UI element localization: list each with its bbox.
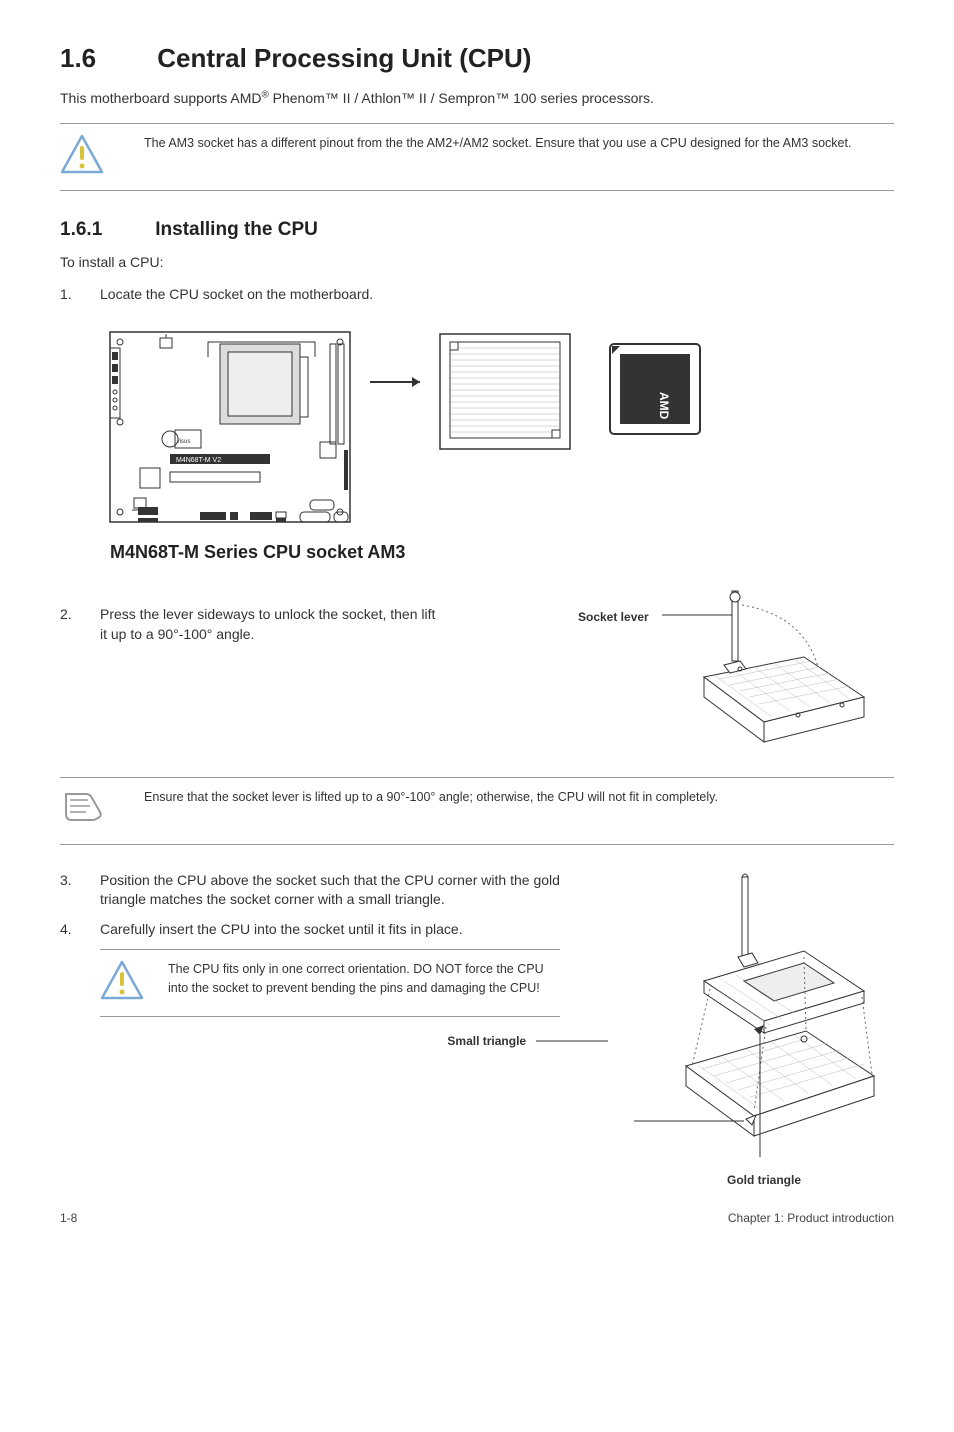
socket-lever-figure: Socket lever — [554, 587, 894, 763]
section-title: Central Processing Unit (CPU) — [157, 43, 531, 73]
svg-text:AMD: AMD — [657, 392, 671, 420]
page-number: 1-8 — [60, 1210, 77, 1227]
step2-row: 2. Press the lever sideways to unlock th… — [60, 587, 894, 763]
caution-icon — [100, 960, 144, 1006]
figure-caption: M4N68T-M Series CPU socket AM3 — [110, 540, 894, 565]
subsection-heading: 1.6.1 Installing the CPU — [60, 217, 894, 244]
cpu-install-figure: Gold triangle — [634, 871, 894, 1190]
socket-lever-label: Socket lever — [578, 609, 649, 626]
warning-text: The AM3 socket has a different pinout fr… — [144, 134, 851, 153]
steps-list: 1. Locate the CPU socket on the motherbo… — [60, 285, 894, 305]
subsection-title: Installing the CPU — [155, 219, 318, 240]
step-num: 2. — [60, 605, 100, 644]
step-1: 1. Locate the CPU socket on the motherbo… — [60, 285, 894, 305]
small-triangle-label: Small triangle — [447, 1034, 526, 1048]
note-callout: Ensure that the socket lever is lifted u… — [60, 777, 894, 845]
svg-text:M4N68T-M V2: M4N68T-M V2 — [176, 457, 221, 464]
step-num: 4. — [60, 920, 100, 940]
step-3: 3. Position the CPU above the socket suc… — [60, 871, 620, 910]
svg-text:/isus: /isus — [178, 439, 190, 445]
warning-callout-2: The CPU fits only in one correct orienta… — [100, 949, 560, 1017]
subsection-number: 1.6.1 — [60, 217, 150, 244]
section-number: 1.6 — [60, 40, 150, 76]
note-icon — [60, 788, 104, 834]
intro-reg: ® — [262, 90, 269, 101]
intro-post: Phenom™ II / Athlon™ II / Sempron™ 100 s… — [269, 90, 654, 106]
intro-pre: This motherboard supports AMD — [60, 90, 262, 106]
bottom-row: 3. Position the CPU above the socket suc… — [60, 871, 894, 1190]
step-4: 4. Carefully insert the CPU into the soc… — [60, 920, 620, 940]
steps-list-bottom: 3. Position the CPU above the socket suc… — [60, 871, 620, 940]
section-intro: This motherboard supports AMD® Phenom™ I… — [60, 88, 894, 109]
section-heading: 1.6 Central Processing Unit (CPU) — [60, 40, 894, 76]
subsection-lead: To install a CPU: — [60, 252, 894, 273]
warning-callout: The AM3 socket has a different pinout fr… — [60, 123, 894, 191]
step-text: Position the CPU above the socket such t… — [100, 871, 560, 910]
caution-icon — [60, 134, 104, 180]
step-text: Carefully insert the CPU into the socket… — [100, 920, 463, 940]
chapter-label: Chapter 1: Product introduction — [728, 1210, 894, 1227]
note-text: Ensure that the socket lever is lifted u… — [144, 788, 718, 807]
motherboard-diagram: /isus M4N68T-M V2 — [100, 322, 720, 532]
step-text: Locate the CPU socket on the motherboard… — [100, 285, 373, 305]
step-num: 3. — [60, 871, 100, 910]
warning-text-2: The CPU fits only in one correct orienta… — [168, 960, 560, 998]
step-text: Press the lever sideways to unlock the s… — [100, 605, 440, 644]
figure-motherboard: /isus M4N68T-M V2 — [100, 322, 894, 532]
gold-triangle-label: Gold triangle — [727, 1173, 801, 1187]
leader-line — [530, 1035, 610, 1047]
step-num: 1. — [60, 285, 100, 305]
page-footer: 1-8 Chapter 1: Product introduction — [60, 1210, 894, 1227]
